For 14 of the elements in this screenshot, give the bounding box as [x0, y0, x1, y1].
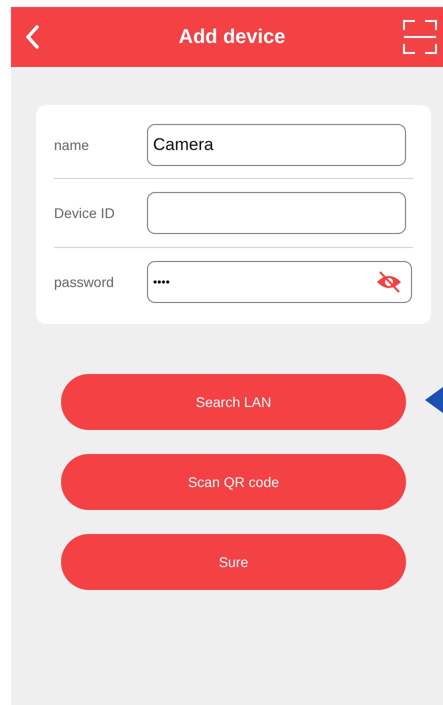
action-button[interactable]: Sure	[61, 534, 406, 590]
field-label: password	[54, 274, 115, 290]
field-label: name	[54, 136, 90, 152]
action-button[interactable]: Search LAN	[61, 374, 406, 430]
input-field[interactable]	[147, 192, 406, 234]
scan-icon[interactable]	[402, 20, 437, 54]
input-field[interactable]: ••••	[147, 261, 412, 303]
page-title: Add device	[178, 26, 286, 48]
action-button[interactable]: Scan QR code	[61, 454, 406, 510]
back-icon[interactable]	[25, 25, 39, 49]
eye-slash-icon[interactable]	[376, 271, 402, 293]
pointer-icon	[425, 387, 443, 413]
field-label: Device ID	[54, 205, 116, 221]
input-field[interactable]: Camera	[147, 124, 406, 166]
